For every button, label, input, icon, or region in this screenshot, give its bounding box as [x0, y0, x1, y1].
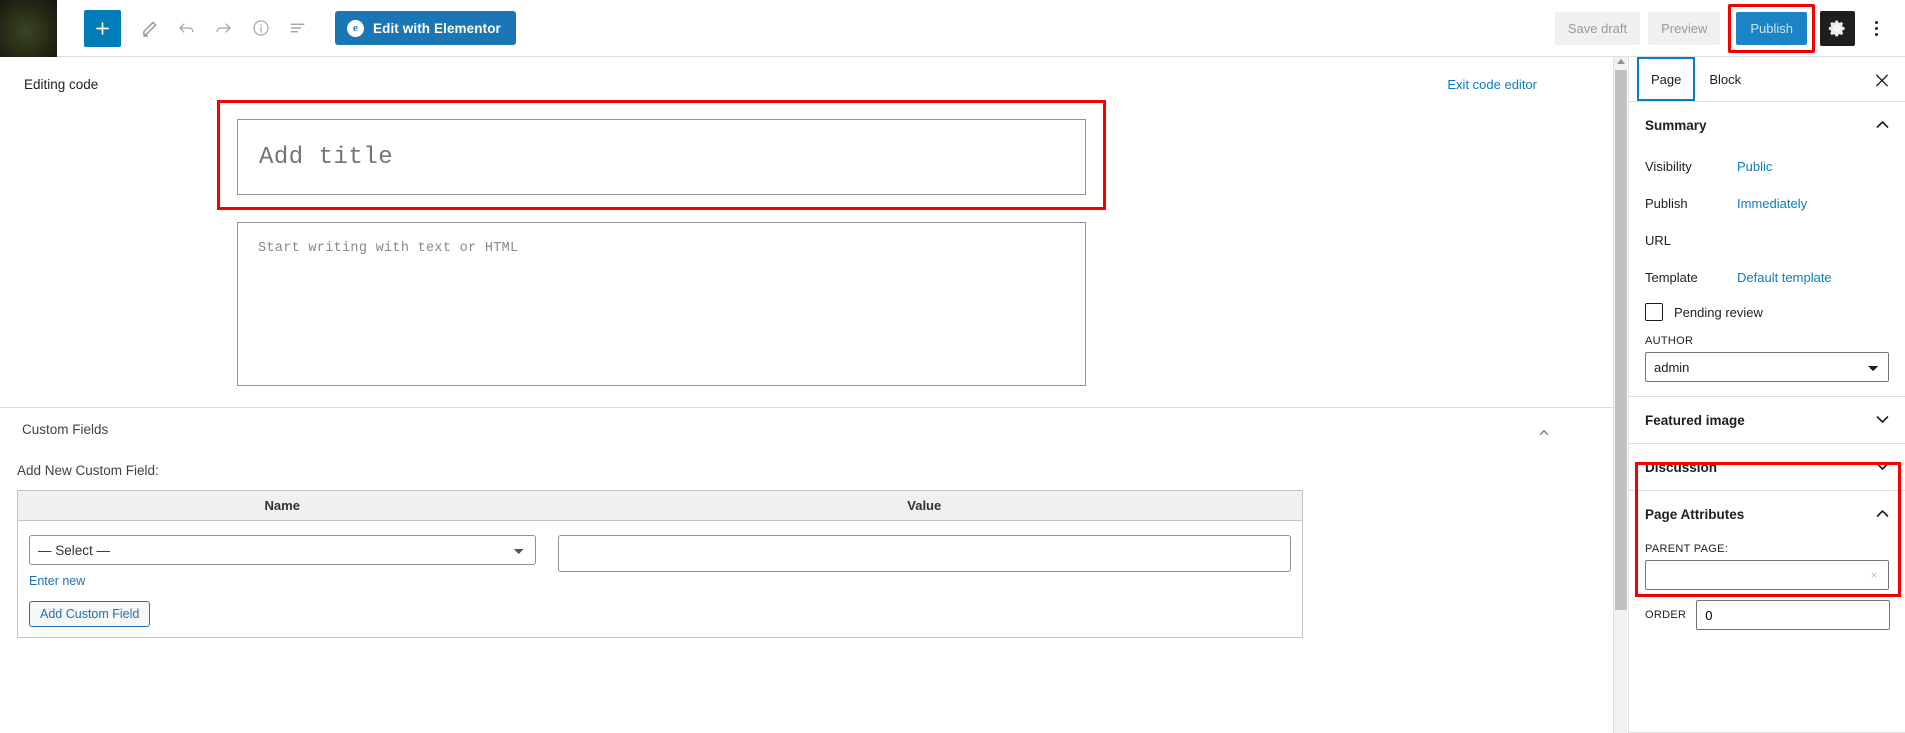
template-label: Template	[1645, 270, 1698, 285]
clear-x-icon	[1871, 572, 1877, 578]
summary-section-header[interactable]: Summary	[1629, 102, 1905, 148]
summary-row-publish: Publish Immediately	[1645, 185, 1889, 222]
order-field-row: ORDER	[1645, 600, 1891, 630]
edit-with-elementor-label: Edit with Elementor	[373, 20, 501, 36]
column-header-value: Value	[546, 490, 1303, 521]
visibility-label: Visibility	[1645, 159, 1692, 174]
edit-with-elementor-button[interactable]: e Edit with Elementor	[335, 11, 516, 45]
add-block-button[interactable]	[84, 9, 121, 47]
publish-button[interactable]: Publish	[1736, 11, 1807, 45]
custom-fields-title: Custom Fields	[22, 421, 109, 437]
kebab-dot	[1874, 20, 1878, 24]
author-label: AUTHOR	[1645, 335, 1694, 347]
custom-field-value-cell	[547, 521, 1303, 638]
toolbar-right-group: Save draft Preview Publish	[1554, 3, 1905, 53]
kebab-dot	[1874, 26, 1878, 30]
more-options-button[interactable]	[1861, 11, 1891, 46]
summary-chevron-up-icon	[1876, 116, 1889, 134]
summary-row-visibility: Visibility Public	[1645, 148, 1889, 185]
publish-value-button[interactable]: Immediately	[1737, 196, 1807, 211]
gear-icon	[1828, 20, 1845, 36]
toolbar-left-group: e Edit with Elementor	[57, 9, 516, 47]
table-row: — Select — Enter new Add Custom Field	[18, 521, 1303, 638]
pending-review-checkbox[interactable]	[1645, 303, 1663, 321]
editor-top-toolbar: e Edit with Elementor Save draft Preview…	[0, 0, 1905, 57]
tab-block[interactable]: Block	[1695, 57, 1755, 101]
add-new-custom-field-label: Add New Custom Field:	[17, 463, 159, 478]
elementor-logo-icon: e	[347, 19, 364, 37]
exit-code-editor-link[interactable]: Exit code editor	[1447, 77, 1537, 92]
save-draft-button[interactable]: Save draft	[1554, 11, 1641, 45]
order-label: ORDER	[1645, 609, 1687, 621]
settings-sidebar: Page Block Summary Visibility Public Pub…	[1628, 57, 1905, 733]
summary-row-template: Template Default template	[1645, 259, 1889, 296]
discussion-title: Discussion	[1645, 459, 1718, 475]
page-attributes-chevron-up-icon	[1876, 505, 1889, 523]
edit-pencil-button[interactable]	[131, 10, 168, 47]
summary-title: Summary	[1645, 117, 1707, 133]
discussion-chevron-down-icon	[1876, 458, 1889, 476]
pending-review-label: Pending review	[1674, 304, 1763, 320]
post-content-code-field[interactable]: Start writing with text or HTML	[237, 222, 1086, 386]
preview-button[interactable]: Preview	[1648, 11, 1721, 45]
featured-image-title: Featured image	[1645, 412, 1745, 428]
chevron-up-icon	[1540, 429, 1548, 435]
kebab-dot	[1874, 32, 1878, 36]
post-title-field[interactable]: Add title	[237, 119, 1086, 195]
custom-field-name-cell: — Select — Enter new Add Custom Field	[18, 521, 547, 638]
list-view-button[interactable]	[279, 10, 316, 47]
redo-button[interactable]	[205, 10, 242, 47]
editor-vertical-scrollbar[interactable]	[1613, 57, 1627, 733]
close-icon	[1876, 74, 1888, 86]
author-select[interactable]: admin	[1645, 352, 1889, 382]
parent-page-label: PARENT PAGE:	[1645, 543, 1729, 555]
summary-row-url: URL	[1645, 222, 1889, 259]
settings-gear-button[interactable]	[1820, 10, 1855, 46]
sidebar-tabs: Page Block	[1629, 57, 1905, 102]
add-custom-field-button[interactable]: Add Custom Field	[29, 601, 151, 627]
visibility-value-button[interactable]: Public	[1737, 159, 1772, 174]
post-title-placeholder: Add title	[259, 143, 394, 171]
editing-mode-label: Editing code	[24, 76, 99, 92]
custom-fields-table: Name Value — Select — Enter new Add Cust…	[17, 490, 1303, 638]
discussion-section-header[interactable]: Discussion	[1629, 444, 1905, 490]
tab-page[interactable]: Page	[1637, 57, 1695, 101]
custom-fields-collapse-button[interactable]	[1534, 422, 1554, 442]
featured-image-chevron-down-icon	[1876, 411, 1889, 429]
scrollbar-thumb[interactable]	[1615, 70, 1627, 610]
site-logo[interactable]	[0, 0, 57, 57]
template-value-button[interactable]: Default template	[1737, 270, 1832, 285]
close-sidebar-button[interactable]	[1869, 67, 1895, 93]
post-content-placeholder: Start writing with text or HTML	[258, 241, 519, 256]
scroll-up-arrow-icon[interactable]	[1617, 59, 1625, 64]
publish-highlight: Publish	[1728, 3, 1815, 53]
page-attributes-body: PARENT PAGE: ORDER	[1629, 543, 1905, 644]
parent-page-field-wrap	[1645, 560, 1889, 590]
pending-review-row: Pending review	[1645, 303, 1889, 321]
undo-button[interactable]	[168, 10, 205, 47]
clear-parent-page-button[interactable]	[1865, 566, 1883, 584]
custom-fields-header[interactable]: Custom Fields	[0, 408, 1613, 450]
editor-canvas: Editing code Exit code editor Add title …	[0, 57, 1613, 733]
table-header-row: Name Value	[17, 490, 1303, 521]
column-header-name: Name	[17, 490, 547, 521]
summary-body: Visibility Public Publish Immediately UR…	[1629, 148, 1905, 396]
custom-field-name-select[interactable]: — Select —	[29, 535, 536, 565]
parent-page-input[interactable]	[1645, 560, 1889, 590]
featured-image-section-header[interactable]: Featured image	[1629, 397, 1905, 443]
code-editor-header: Editing code	[0, 57, 1613, 93]
custom-fields-metabox: Custom Fields Add New Custom Field: Name…	[0, 407, 1613, 733]
url-label: URL	[1645, 233, 1672, 248]
order-input[interactable]	[1696, 600, 1891, 630]
page-attributes-section-header[interactable]: Page Attributes	[1629, 491, 1905, 537]
custom-field-value-input[interactable]	[557, 535, 1291, 572]
publish-label: Publish	[1645, 196, 1688, 211]
details-info-button[interactable]	[242, 10, 279, 47]
page-attributes-title: Page Attributes	[1645, 506, 1745, 522]
enter-new-link[interactable]: Enter new	[29, 574, 85, 588]
